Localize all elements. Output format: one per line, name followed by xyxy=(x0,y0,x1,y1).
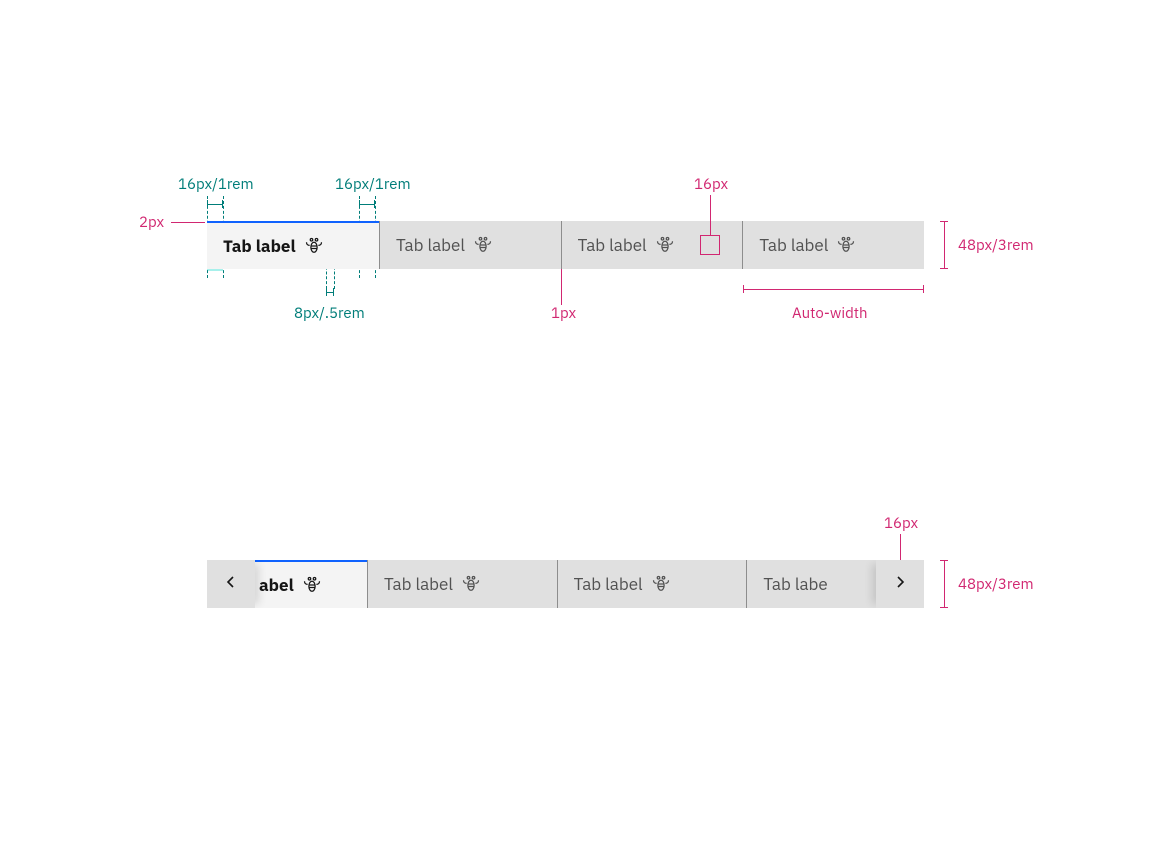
annot-height-2 xyxy=(940,560,948,608)
bee-icon xyxy=(304,236,324,256)
annot-pad-right-label: 16px/1rem xyxy=(335,175,411,194)
annot-border-top-label: 2px xyxy=(139,213,164,232)
tabs-spec-default: Tab label Tab label Tab label xyxy=(207,221,924,269)
tab-1[interactable]: Tab label xyxy=(207,221,379,269)
annot-height-2-label: 48px/3rem xyxy=(958,575,1034,594)
tab-label: Tab label xyxy=(223,235,296,257)
annot-gap-label: 8px/.5rem xyxy=(294,304,365,323)
tab-label: Tab label xyxy=(574,573,643,595)
tab-scroll-3[interactable]: Tab label xyxy=(557,560,747,608)
tabs-spec-scrollable: abel Tab label Tab label xyxy=(207,560,924,608)
bee-icon xyxy=(473,235,493,255)
annot-icon-label-2: 16px xyxy=(884,514,918,533)
bee-icon xyxy=(302,575,322,595)
annot-border-top-leader xyxy=(171,222,205,223)
annot-pad-left xyxy=(202,200,228,208)
tab-label: abel xyxy=(259,574,294,596)
tab-label: Tab label xyxy=(396,234,465,256)
bee-icon xyxy=(655,235,675,255)
tab-2[interactable]: Tab label xyxy=(379,221,561,269)
tab-label: Tab labe xyxy=(763,573,827,595)
bee-icon xyxy=(651,574,671,594)
annot-pad-left-label: 16px/1rem xyxy=(178,175,254,194)
annot-autowidth xyxy=(743,285,924,293)
chevron-left-icon xyxy=(223,574,239,595)
bee-icon xyxy=(461,574,481,594)
scroll-left-button[interactable] xyxy=(207,560,255,608)
annot-icon-label-1: 16px xyxy=(694,175,728,194)
tab-label: Tab label xyxy=(384,573,453,595)
annot-pad-right xyxy=(359,200,375,208)
scroll-right-button[interactable] xyxy=(876,560,924,608)
annot-height-1 xyxy=(940,221,948,269)
tab-4[interactable]: Tab label xyxy=(742,221,924,269)
bee-icon xyxy=(836,235,856,255)
annot-gap xyxy=(326,288,334,296)
tab-scroll-1[interactable]: abel xyxy=(255,560,367,608)
tab-label: Tab label xyxy=(759,234,828,256)
annot-height-1-label: 48px/3rem xyxy=(958,236,1034,255)
annot-divider-leader xyxy=(561,269,562,305)
annot-divider-label: 1px xyxy=(551,304,576,323)
tab-label: Tab label xyxy=(578,234,647,256)
chevron-right-icon xyxy=(892,574,908,595)
tab-3[interactable]: Tab label xyxy=(561,221,743,269)
annot-autowidth-label: Auto-width xyxy=(792,304,868,323)
annot-icon-leader-1 xyxy=(710,195,711,235)
tab-scroll-2[interactable]: Tab label xyxy=(367,560,557,608)
